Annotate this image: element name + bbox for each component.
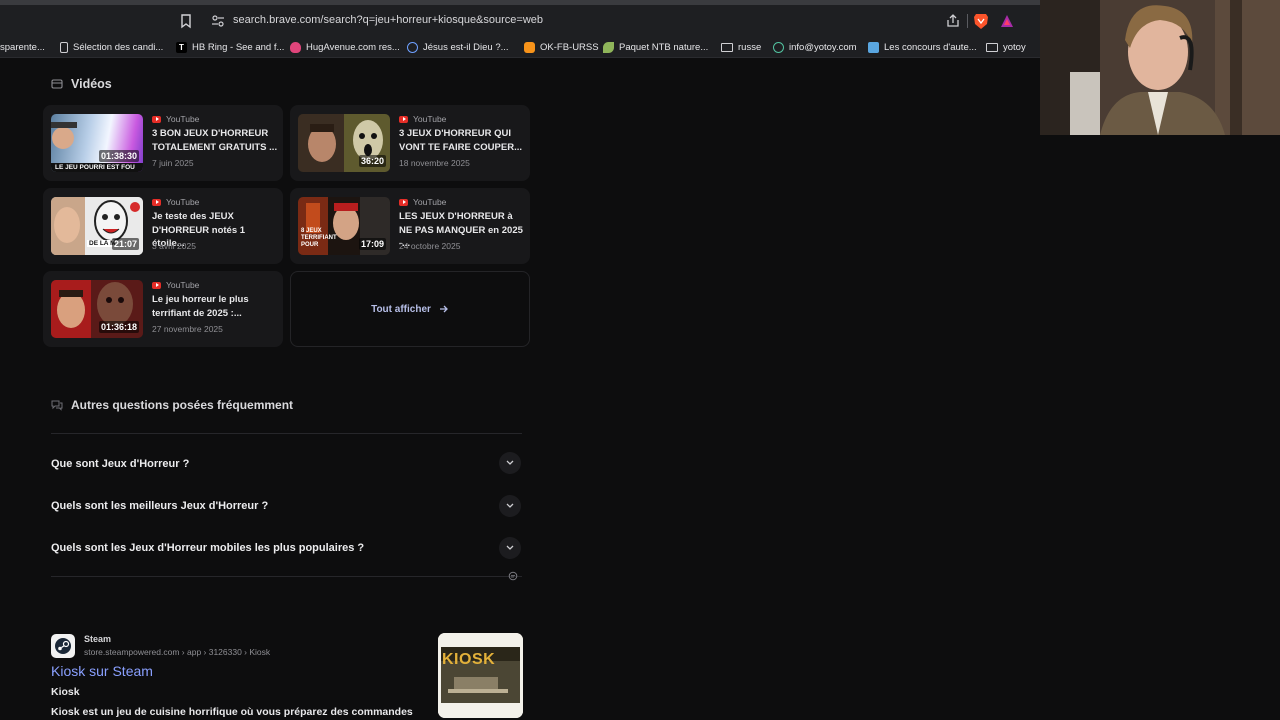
bookmark-folder[interactable]: yotoy xyxy=(986,40,1026,54)
video-thumbnail[interactable]: DE LA M 21:07 xyxy=(51,197,143,255)
bitcoin-icon xyxy=(524,41,535,53)
video-card[interactable]: 01:36:18 YouTube Le jeu horreur le plus … xyxy=(43,271,283,347)
browser-toolbar: search.brave.com/search?q=jeu+horreur+ki… xyxy=(0,0,1040,36)
hb-ring-icon: T xyxy=(176,41,187,53)
brave-shields-icon[interactable] xyxy=(973,12,989,30)
video-source: YouTube xyxy=(399,114,446,124)
video-date: 3 avril 2025 xyxy=(152,241,196,251)
brave-rewards-icon[interactable] xyxy=(999,13,1015,29)
result-subtitle: Kiosk xyxy=(51,686,80,698)
video-source: YouTube xyxy=(152,280,199,290)
bookmark-item[interactable]: T HB Ring - See and f... xyxy=(176,40,284,54)
youtube-icon xyxy=(152,198,161,206)
video-duration: 36:20 xyxy=(358,155,386,167)
divider xyxy=(51,576,522,577)
bookmark-item[interactable]: OK-FB-URSS xyxy=(524,40,599,54)
site-settings-icon[interactable] xyxy=(211,14,225,28)
result-site-name: Steam xyxy=(84,634,112,644)
video-date: 18 novembre 2025 xyxy=(399,158,470,168)
bookmark-item[interactable]: Sélection des candi... xyxy=(60,40,163,54)
youtube-icon xyxy=(399,198,408,206)
result-title-link[interactable]: Kiosk sur Steam xyxy=(51,663,153,679)
video-duration: 21:07 xyxy=(111,238,139,250)
video-duration: 01:36:18 xyxy=(98,321,139,333)
video-title[interactable]: 3 JEUX D'HORREUR QUI VONT TE FAIRE COUPE… xyxy=(399,127,525,154)
bookmark-item[interactable]: info@yotoy.com xyxy=(773,40,857,54)
search-results-page: Vidéos LE JEU POURRI EST FOU 01:38:30 Yo… xyxy=(0,58,1040,720)
faq-heading: Autres questions posées fréquemment xyxy=(51,398,293,412)
video-date: 24 octobre 2025 xyxy=(399,241,461,251)
chevron-down-icon[interactable] xyxy=(499,495,521,517)
video-title[interactable]: 3 BON JEUX D'HORREUR TOTALEMENT GRATUITS… xyxy=(152,127,278,154)
share-icon[interactable] xyxy=(945,13,961,29)
arrow-right-icon xyxy=(439,305,448,313)
bookmarks-bar: sparente... Sélection des candi... T HB … xyxy=(0,36,1040,58)
bookmark-item[interactable]: HugAvenue.com res... xyxy=(290,40,400,54)
result-url-path[interactable]: store.steampowered.com › app › 3126330 ›… xyxy=(84,647,270,657)
video-duration: 01:38:30 xyxy=(98,150,139,162)
youtube-icon xyxy=(399,115,408,123)
youtube-icon xyxy=(152,281,161,289)
video-source: YouTube xyxy=(399,197,446,207)
folder-icon xyxy=(721,42,733,52)
video-duration: 17:09 xyxy=(358,238,386,250)
steam-icon xyxy=(55,638,71,654)
video-source: YouTube xyxy=(152,197,199,207)
mail-icon xyxy=(773,41,784,53)
video-source: YouTube xyxy=(152,114,199,124)
video-card[interactable]: LE JEU POURRI EST FOU 01:38:30 YouTube 3… xyxy=(43,105,283,181)
divider xyxy=(51,433,522,434)
bookmark-item[interactable]: sparente... xyxy=(0,40,45,54)
bookmark-item[interactable]: Jésus est-il Dieu ?... xyxy=(407,40,509,54)
video-card[interactable]: 36:20 YouTube 3 JEUX D'HORREUR QUI VONT … xyxy=(290,105,530,181)
image-icon xyxy=(868,41,879,53)
address-bar[interactable]: search.brave.com/search?q=jeu+horreur+ki… xyxy=(203,9,1023,33)
show-all-videos-button[interactable]: Tout afficher xyxy=(290,271,530,347)
youtube-icon xyxy=(152,115,161,123)
video-thumbnail[interactable]: 8 JEUX TERRIFIANT POUR 17:09 xyxy=(298,197,390,255)
video-date: 27 novembre 2025 xyxy=(152,324,223,334)
faq-question[interactable]: Que sont Jeux d'Horreur ? xyxy=(51,458,189,470)
bookmark-folder[interactable]: russe xyxy=(721,40,761,54)
video-thumbnail[interactable]: 36:20 xyxy=(298,114,390,172)
video-icon xyxy=(51,79,63,89)
chevron-down-icon[interactable] xyxy=(499,452,521,474)
plant-icon xyxy=(603,41,614,53)
faq-question[interactable]: Quels sont les Jeux d'Horreur mobiles le… xyxy=(51,542,364,554)
bookmark-item[interactable]: Les concours d'aute... xyxy=(868,40,977,54)
heart-icon xyxy=(290,41,301,53)
video-thumbnail[interactable]: LE JEU POURRI EST FOU 01:38:30 xyxy=(51,114,143,172)
document-icon xyxy=(60,41,68,53)
result-thumbnail[interactable]: KIOSK xyxy=(438,633,523,718)
toolbar-divider xyxy=(967,14,968,28)
chat-bubbles-icon xyxy=(51,400,63,411)
faq-question[interactable]: Quels sont les meilleurs Jeux d'Horreur … xyxy=(51,500,268,512)
globe-icon xyxy=(407,41,418,53)
bookmark-icon[interactable] xyxy=(178,13,194,29)
video-date: 7 juin 2025 xyxy=(152,158,194,168)
bookmark-item[interactable]: Paquet NTB nature... xyxy=(603,40,708,54)
video-title[interactable]: Le jeu horreur le plus terrifiant de 202… xyxy=(152,293,278,320)
webcam-overlay xyxy=(1040,0,1280,135)
kiosk-game-art xyxy=(438,633,523,718)
chevron-down-icon[interactable] xyxy=(499,537,521,559)
steam-favicon xyxy=(51,634,75,658)
folder-icon xyxy=(986,42,998,52)
videos-heading: Vidéos xyxy=(51,77,112,91)
video-card[interactable]: DE LA M 21:07 YouTube Je teste des JEUX … xyxy=(43,188,283,264)
url-text[interactable]: search.brave.com/search?q=jeu+horreur+ki… xyxy=(233,14,543,26)
webcam-feed-image xyxy=(1040,0,1280,135)
result-description: Kiosk est un jeu de cuisine horrifique o… xyxy=(51,706,413,718)
feedback-icon[interactable] xyxy=(508,571,518,581)
video-thumbnail[interactable]: 01:36:18 xyxy=(51,280,143,338)
video-card[interactable]: 8 JEUX TERRIFIANT POUR 17:09 YouTube LES… xyxy=(290,188,530,264)
